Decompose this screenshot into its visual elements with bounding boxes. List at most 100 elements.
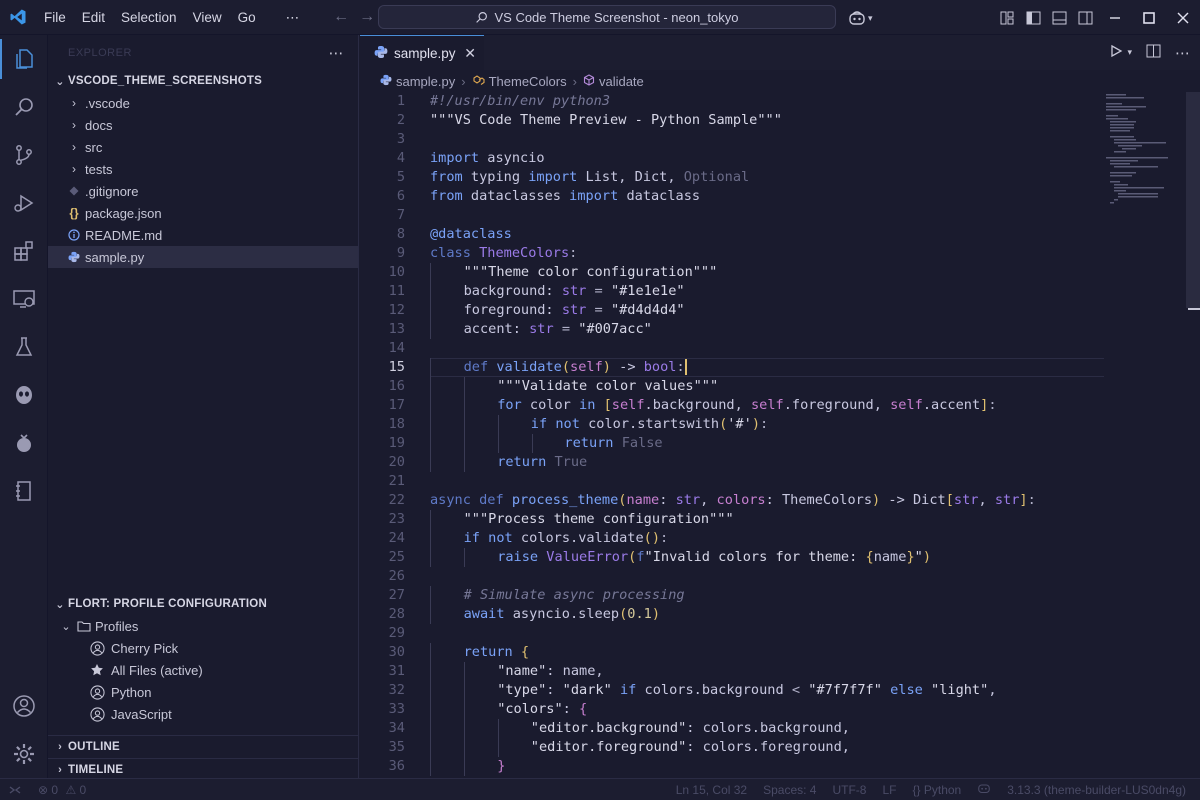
tree-item[interactable]: › .vscode	[48, 92, 358, 114]
testing-icon[interactable]	[0, 323, 48, 371]
indent-guide	[464, 548, 465, 567]
run-debug-icon[interactable]	[0, 179, 48, 227]
editor-actions: ▾ ⋯	[1109, 35, 1190, 70]
back-arrow-icon[interactable]: ←	[333, 8, 349, 26]
tree-item[interactable]: {} package.json	[48, 202, 358, 224]
accounts-icon[interactable]	[0, 682, 48, 730]
indent-guide	[430, 548, 431, 567]
tree-item[interactable]: .gitignore	[48, 180, 358, 202]
menu-edit[interactable]: Edit	[74, 0, 113, 35]
profile-label: Cherry Pick	[111, 640, 179, 656]
code-line: 10 """Theme color configuration"""	[360, 263, 1104, 282]
indent-guide	[532, 434, 533, 453]
code-line: 20 return True	[360, 453, 1104, 472]
line-number: 32	[388, 682, 405, 698]
end-of-line[interactable]: LF	[874, 783, 904, 797]
line-number: 3	[396, 131, 405, 147]
code-editor[interactable]: 1 #!/usr/bin/env python3 2 """VS Code Theme…	[360, 92, 1104, 778]
forward-arrow-icon[interactable]: →	[359, 8, 375, 26]
profile-label: JavaScript	[111, 706, 172, 722]
minimize-icon[interactable]	[1098, 0, 1132, 35]
cursor-position[interactable]: Ln 15, Col 32	[668, 783, 755, 797]
remote-explorer-icon[interactable]	[0, 275, 48, 323]
remote-indicator-icon[interactable]	[0, 779, 30, 800]
language-mode[interactable]: {} Python	[905, 783, 970, 797]
profile-item[interactable]: Python	[48, 681, 359, 703]
toggle-primary-sidebar-icon[interactable]	[1020, 0, 1046, 35]
indent-guide	[430, 453, 431, 472]
menu-selection[interactable]: Selection	[113, 0, 185, 35]
indent-guide	[430, 643, 431, 662]
indent-guide	[498, 415, 499, 434]
toggle-panel-icon[interactable]	[1046, 0, 1072, 35]
menu-go[interactable]: Go	[230, 0, 264, 35]
explorer-icon[interactable]	[0, 35, 48, 83]
menu-file[interactable]: File	[36, 0, 74, 35]
vscode-logo-icon	[0, 0, 36, 35]
source-control-icon[interactable]	[0, 131, 48, 179]
run-dropdown-chevron-icon[interactable]: ▾	[1127, 47, 1132, 58]
scrollbar-thumb[interactable]	[1186, 92, 1200, 308]
profile-section-header[interactable]: ⌄ FLORT: PROFILE CONFIGURATION	[48, 593, 359, 615]
encoding[interactable]: UTF-8	[824, 783, 874, 797]
python-interpreter[interactable]: 3.13.3 (theme-builder-LUS0dn4g)	[999, 783, 1200, 797]
fruit-extension-icon[interactable]	[0, 419, 48, 467]
indent-guide	[430, 358, 431, 377]
toggle-secondary-sidebar-icon[interactable]	[1072, 0, 1098, 35]
breadcrumb-method[interactable]: validate	[599, 74, 644, 89]
indentation[interactable]: Spaces: 4	[755, 783, 824, 797]
tree-item[interactable]: sample.py	[48, 246, 358, 268]
close-window-icon[interactable]	[1166, 0, 1200, 35]
outline-header[interactable]: › OUTLINE	[48, 736, 359, 758]
notebook-icon[interactable]	[0, 467, 48, 515]
alien-extension-icon[interactable]	[0, 371, 48, 419]
profile-item[interactable]: Cherry Pick	[48, 637, 359, 659]
line-number: 19	[388, 435, 405, 451]
extensions-icon[interactable]	[0, 227, 48, 275]
vertical-scrollbar[interactable]	[1186, 92, 1200, 778]
maximize-icon[interactable]	[1132, 0, 1166, 35]
indent-guide	[430, 681, 431, 700]
customize-layout-icon[interactable]	[994, 0, 1020, 35]
copilot-icon[interactable]: ▾	[848, 8, 878, 28]
tree-item-label: package.json	[85, 205, 162, 221]
nav-arrows: ← →	[333, 8, 375, 26]
profile-item[interactable]: All Files (active)	[48, 659, 359, 681]
more-editor-actions-icon[interactable]: ⋯	[1175, 44, 1190, 62]
split-editor-icon[interactable]	[1146, 44, 1161, 61]
profiles-group[interactable]: ⌄ Profiles	[48, 615, 359, 637]
timeline-header[interactable]: › TIMELINE	[48, 758, 359, 780]
tree-item[interactable]: › docs	[48, 114, 358, 136]
breadcrumb-file[interactable]: sample.py	[396, 74, 455, 89]
line-number: 11	[388, 283, 405, 299]
line-number: 24	[388, 530, 405, 546]
profiles-label: Profiles	[95, 618, 139, 634]
problems-indicator[interactable]: ⊗ 0 ⚠ 0	[30, 783, 94, 797]
menu-view[interactable]: View	[185, 0, 230, 35]
indent-guide	[430, 719, 431, 738]
settings-gear-icon[interactable]	[0, 730, 48, 778]
code-text: def validate(self) -> bool:	[463, 359, 687, 375]
tree-item[interactable]: README.md	[48, 224, 358, 246]
line-number: 30	[388, 644, 405, 660]
breadcrumb-class[interactable]: ThemeColors	[489, 74, 567, 89]
code-text: """Validate color values"""	[497, 378, 719, 394]
profile-item[interactable]: JavaScript	[48, 703, 359, 725]
indent-guide	[430, 301, 431, 320]
class-symbol-icon	[472, 74, 485, 89]
line-number: 13	[388, 321, 405, 337]
tab-sample-py[interactable]: sample.py ✕	[360, 35, 484, 70]
minimap[interactable]	[1104, 92, 1186, 778]
more-menu-icon[interactable]: ⋯	[278, 0, 308, 35]
tree-item[interactable]: › src	[48, 136, 358, 158]
search-icon[interactable]	[0, 83, 48, 131]
run-python-icon[interactable]	[1109, 44, 1123, 61]
close-tab-icon[interactable]: ✕	[464, 45, 476, 62]
command-center[interactable]: VS Code Theme Screenshot - neon_tokyo	[378, 5, 836, 29]
line-number: 1	[396, 93, 405, 109]
line-number: 2	[396, 112, 405, 128]
more-actions-icon[interactable]: ⋯	[329, 44, 345, 62]
workspace-folder-header[interactable]: ⌄ VSCODE_THEME_SCREENSHOTS	[48, 70, 358, 92]
tree-item[interactable]: › tests	[48, 158, 358, 180]
copilot-status-icon[interactable]	[969, 782, 999, 797]
